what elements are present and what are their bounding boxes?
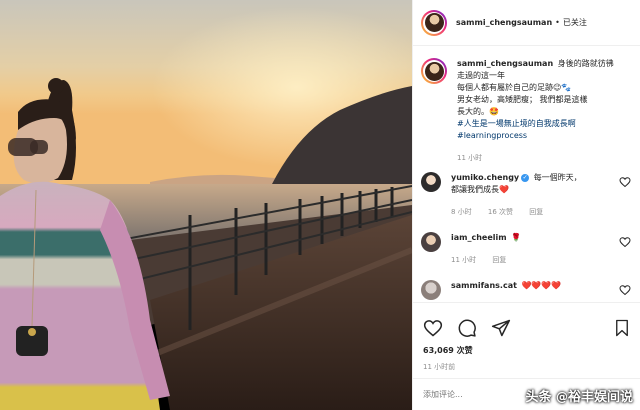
caption-avatar[interactable] [421,58,447,84]
caption-line: 每個人都有屬於自己的足跡😉🐾 [457,83,572,92]
reply-button[interactable]: 回复 [529,208,543,216]
verified-badge-icon: ✓ [521,173,530,182]
post-sidebar: sammi_chengsauman • 已关注 sammi_chengsauma… [412,0,640,410]
post-photo[interactable] [0,0,412,410]
watermark-brand: 头条 [525,390,552,405]
post-header: sammi_chengsauman • 已关注 [413,0,640,46]
commenter-avatar[interactable] [421,280,441,300]
caption-meta: 11 小时 [457,152,614,164]
commenter-avatar[interactable] [421,232,441,252]
post-time-ago: 11 小时前 [423,363,456,371]
caption: sammi_chengsauman 身後的路就彷彿 走過的這一年 每個人都有屬於… [421,58,631,164]
comments-list[interactable]: sammi_chengsauman 身後的路就彷彿 走過的這一年 每個人都有屬於… [413,46,640,302]
caption-line: 長大的。🤩 [457,107,499,116]
caption-line: 男女老幼，高矮肥瘦； 我們都是這樣 [457,95,588,104]
comment-text: ❤️❤️❤️❤️ [521,281,562,290]
comment-heart-icon[interactable] [619,176,631,188]
post-actions: 63,069 次赞 11 小时前 [413,302,640,378]
comment-text: 每一個昨天， [533,173,582,182]
commenter-username[interactable]: iam_cheelim [451,233,507,242]
share-icon[interactable] [491,318,511,338]
author-username[interactable]: sammi_chengsauman [456,18,552,27]
comment-likes[interactable]: 16 次赞 [488,208,513,216]
caption-username[interactable]: sammi_chengsauman [457,59,553,68]
source-watermark: 头条 @裕丰娱间说 [525,386,633,405]
comment-text: 都讓我們成長❤️ [451,185,509,194]
add-comment-bar: 头条 @裕丰娱间说 [413,378,640,410]
watermark-author: 裕丰娱间说 [567,390,633,405]
action-icons [423,317,631,339]
comment-meta: 8 小时 16 次赞 回复 [451,206,613,218]
commenter-avatar[interactable] [421,172,441,192]
comment-text: 🌹 [511,233,522,242]
caption-text: sammi_chengsauman 身後的路就彷彿 走過的這一年 每個人都有屬於… [457,58,614,164]
commenter-username[interactable]: yumiko.chengy [451,173,519,182]
commenter-username[interactable]: sammifans.cat [451,281,517,290]
comment-time: 8 小时 [451,208,472,216]
comment-item: iam_cheelim 🌹 11 小时 回复 [421,232,631,266]
likes-count[interactable]: 63,069 次赞 [423,345,631,356]
comment-time: 11 小时 [451,256,477,264]
follow-status[interactable]: 已关注 [563,17,587,28]
caption-line: 身後的路就彷彿 [557,59,614,68]
comment-body: sammifans.cat ❤️❤️❤️❤️ [451,280,631,292]
heart-icon[interactable] [423,318,443,338]
comment-icon[interactable] [457,318,477,338]
watermark-at: @ [555,390,568,404]
comment-item: yumiko.chengy ✓ 每一個昨天， 都讓我們成長❤️ 8 小时 16 次… [421,172,631,218]
header-separator: • [555,18,560,27]
comment-body: yumiko.chengy ✓ 每一個昨天， 都讓我們成長❤️ 8 小时 16 次… [451,172,631,218]
hashtag-link[interactable]: #人生是一場無止境的自我成長啊 [457,118,614,130]
comment-heart-icon[interactable] [619,284,631,296]
comment-meta: 11 小时 回复 [451,254,613,266]
reply-button[interactable]: 回复 [492,256,506,264]
caption-time: 11 小时 [457,154,483,162]
comment-input[interactable] [423,390,503,399]
hashtag-link[interactable]: #learningprocess [457,130,614,142]
caption-line: 走過的這一年 [457,71,505,80]
sunset-seaside-photo [0,0,412,410]
comment-heart-icon[interactable] [619,236,631,248]
comment-item: sammifans.cat ❤️❤️❤️❤️ [421,280,631,300]
bookmark-icon[interactable] [613,319,631,337]
author-avatar[interactable] [421,9,447,36]
comment-body: iam_cheelim 🌹 11 小时 回复 [451,232,631,266]
